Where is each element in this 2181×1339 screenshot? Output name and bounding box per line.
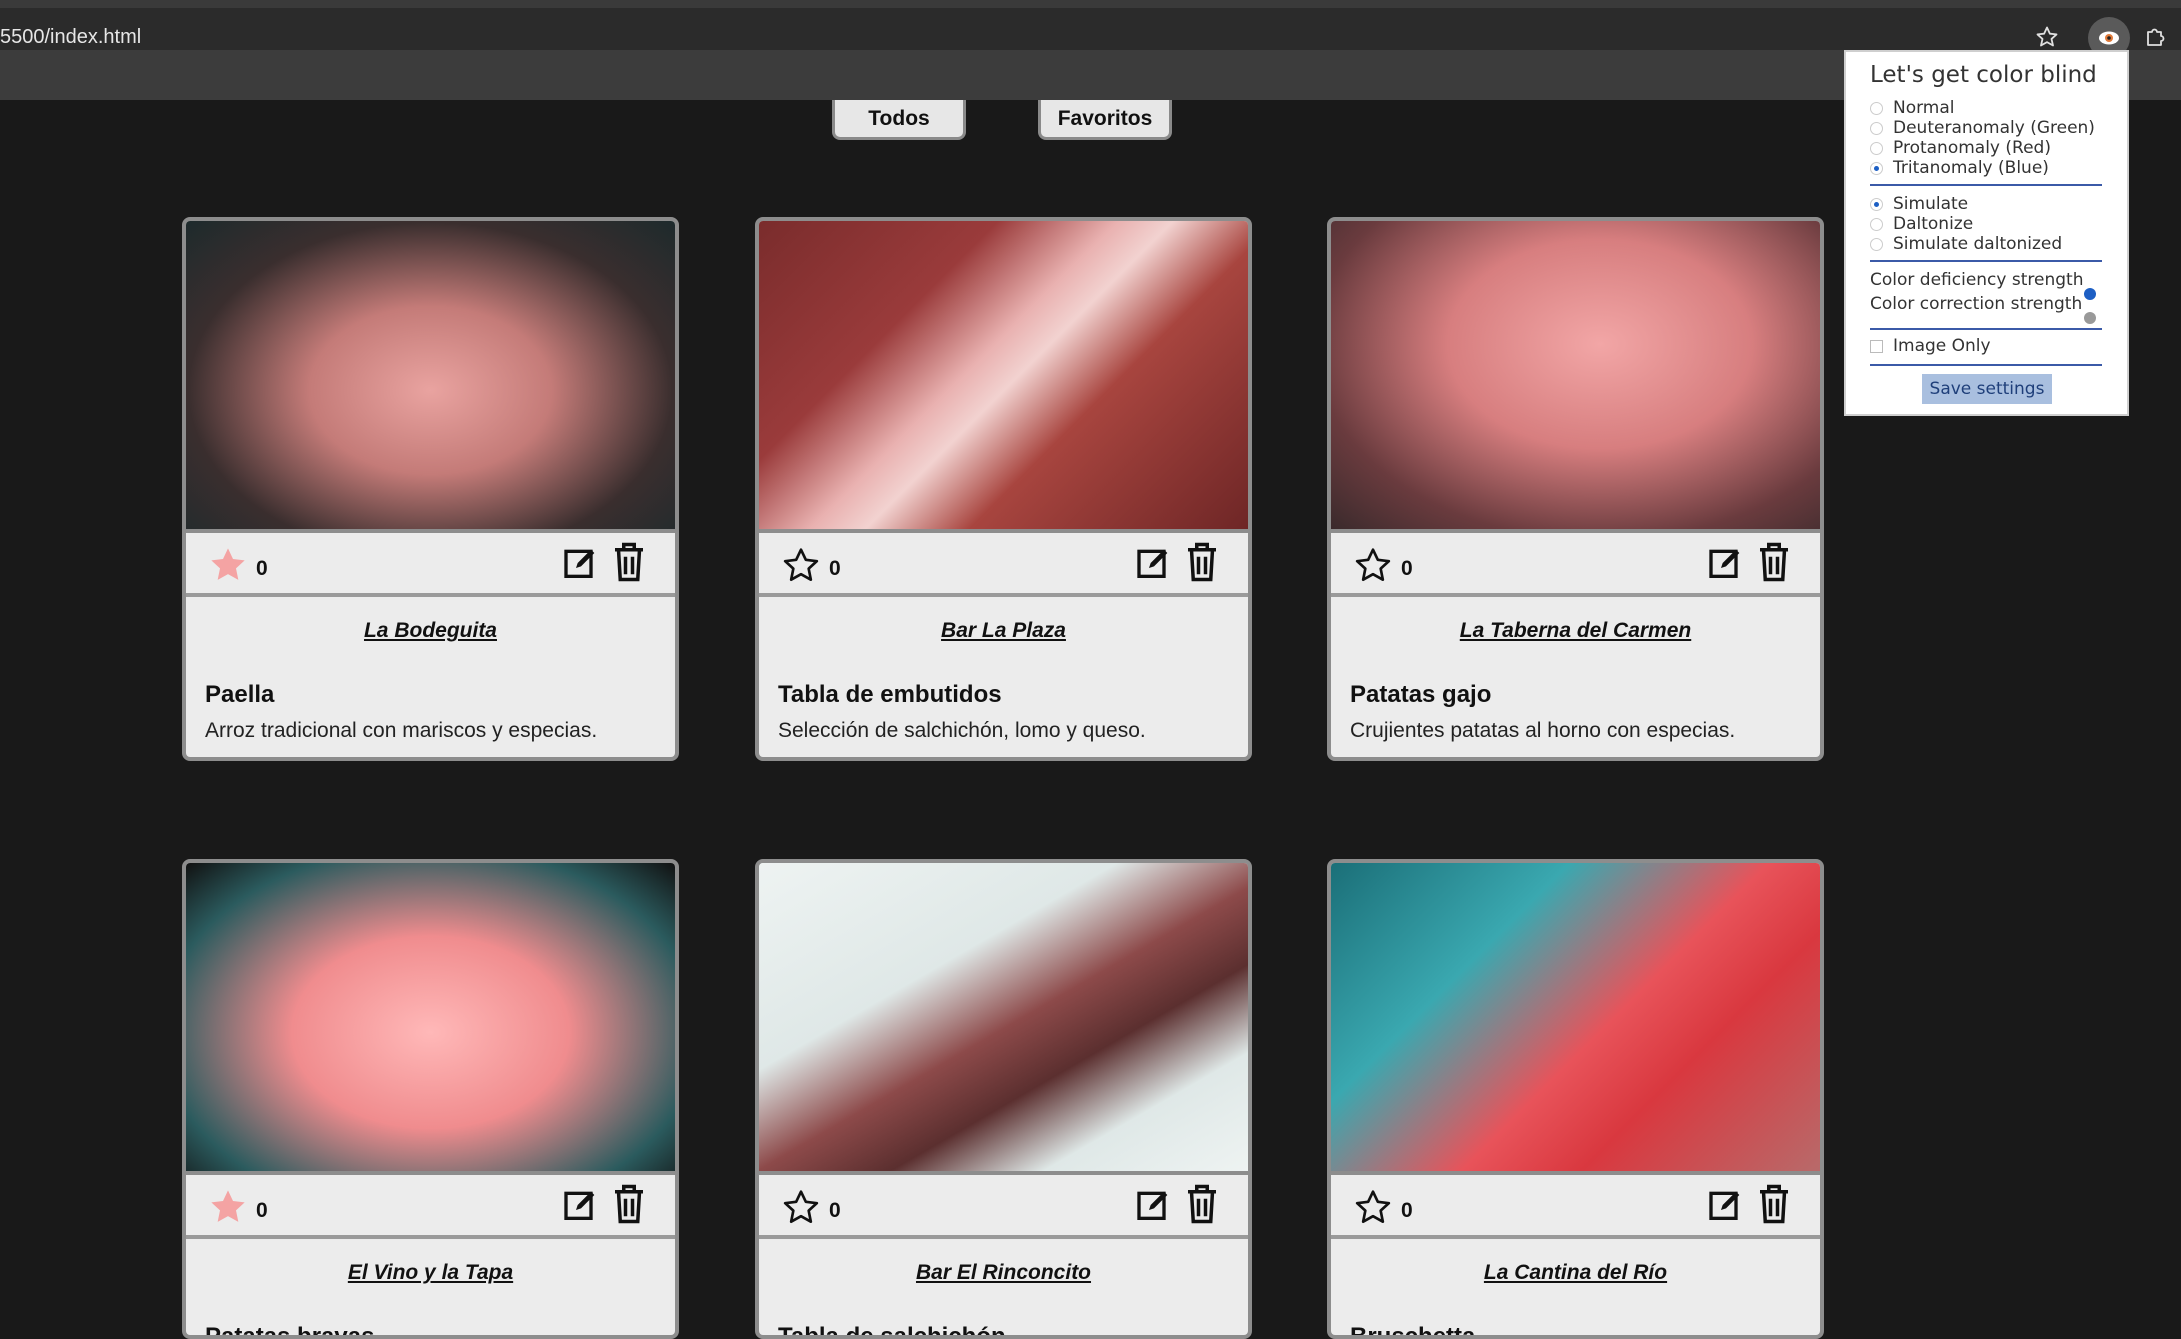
mode-normal-option[interactable]: Normal bbox=[1870, 98, 1955, 118]
option-label: Normal bbox=[1893, 98, 1955, 118]
action-daltonize-option[interactable]: Daltonize bbox=[1870, 214, 1973, 234]
colorblind-popup: Let's get color blind Normal Deuteranoma… bbox=[1844, 50, 2129, 416]
all-filter-button[interactable]: Todos bbox=[832, 100, 966, 140]
trash-icon[interactable] bbox=[1184, 1183, 1220, 1225]
dish-name: Patatas bravas bbox=[205, 1323, 375, 1339]
image-only-checkbox-row[interactable]: Image Only bbox=[1870, 336, 1991, 356]
dish-name: Bruschetta bbox=[1350, 1323, 1476, 1339]
favorite-star-filled-icon[interactable] bbox=[208, 1187, 248, 1227]
image-only-checkbox[interactable] bbox=[1870, 339, 1883, 353]
card-action-bar: 0 bbox=[759, 1175, 1248, 1239]
restaurant-link[interactable]: El Vino y la Tapa bbox=[186, 1261, 675, 1285]
dish-card: 0 La Taberna del Carmen Patatas gajo Crujie… bbox=[1327, 217, 1824, 761]
dish-card: 0 La Cantina del Río Bruschetta bbox=[1327, 859, 1824, 1339]
divider bbox=[1870, 184, 2102, 186]
patatas-bravas-photo bbox=[186, 863, 675, 1175]
likes-count: 0 bbox=[1401, 557, 1413, 580]
mode-tritanomaly-option[interactable]: Tritanomaly (Blue) bbox=[1870, 158, 2049, 178]
divider bbox=[1870, 260, 2102, 262]
radio-button[interactable] bbox=[1870, 141, 1883, 155]
radio-button-selected[interactable] bbox=[1870, 161, 1883, 175]
dish-description: Arroz tradicional con mariscos y especia… bbox=[205, 719, 598, 742]
address-bar[interactable]: 5500/index.html bbox=[0, 8, 2181, 59]
radio-button[interactable] bbox=[1870, 217, 1883, 231]
trash-icon[interactable] bbox=[611, 541, 647, 583]
favorite-star-outline-icon[interactable] bbox=[1353, 1187, 1393, 1227]
option-label: Image Only bbox=[1893, 336, 1991, 356]
radio-button[interactable] bbox=[1870, 121, 1883, 135]
restaurant-link[interactable]: La Cantina del Río bbox=[1331, 1261, 1820, 1285]
likes-count: 0 bbox=[256, 557, 268, 580]
likes-count: 0 bbox=[256, 1199, 268, 1222]
trash-icon[interactable] bbox=[1184, 541, 1220, 583]
card-action-bar: 0 bbox=[186, 1175, 675, 1239]
dish-card: 0 La Bodeguita Paella Arroz tradicional con… bbox=[182, 217, 679, 761]
deficiency-strength-label: Color deficiency strength bbox=[1870, 270, 2084, 290]
card-action-bar: 0 bbox=[759, 533, 1248, 597]
radio-button[interactable] bbox=[1870, 237, 1883, 251]
mode-deuteranomaly-option[interactable]: Deuteranomaly (Green) bbox=[1870, 118, 2095, 138]
favorite-star-outline-icon[interactable] bbox=[781, 1187, 821, 1227]
correction-strength-label: Color correction strength bbox=[1870, 294, 2083, 314]
dish-card: 0 Bar La Plaza Tabla de embutidos Selección… bbox=[755, 217, 1252, 761]
radio-button[interactable] bbox=[1870, 101, 1883, 115]
option-label: Daltonize bbox=[1893, 214, 1974, 234]
dish-card: 0 El Vino y la Tapa Patatas bravas bbox=[182, 859, 679, 1339]
edit-icon[interactable] bbox=[561, 543, 601, 583]
correction-strength-slider[interactable] bbox=[1870, 312, 2102, 324]
favorite-star-filled-icon[interactable] bbox=[208, 545, 248, 585]
edit-icon[interactable] bbox=[1134, 543, 1174, 583]
salami-board-photo bbox=[759, 863, 1248, 1175]
dish-name: Patatas gajo bbox=[1350, 681, 1492, 708]
mode-protanomaly-option[interactable]: Protanomaly (Red) bbox=[1870, 138, 2051, 158]
dish-description: Selección de salchichón, lomo y queso. bbox=[778, 719, 1146, 742]
edit-icon[interactable] bbox=[1706, 543, 1746, 583]
favorites-filter-button[interactable]: Favoritos bbox=[1038, 100, 1172, 140]
likes-count: 0 bbox=[1401, 1199, 1413, 1222]
charcuterie-board-photo bbox=[759, 221, 1248, 533]
restaurant-link[interactable]: La Taberna del Carmen bbox=[1331, 619, 1820, 643]
restaurant-link[interactable]: Bar El Rinconcito bbox=[759, 1261, 1248, 1285]
browser-tab-strip bbox=[0, 0, 2181, 8]
restaurant-link[interactable]: Bar La Plaza bbox=[759, 619, 1248, 643]
action-simulate-daltonized-option[interactable]: Simulate daltonized bbox=[1870, 234, 2062, 254]
card-action-bar: 0 bbox=[1331, 533, 1820, 597]
favorite-star-outline-icon[interactable] bbox=[1353, 545, 1393, 585]
likes-count: 0 bbox=[829, 1199, 841, 1222]
dish-name: Tabla de salchichón bbox=[778, 1323, 1006, 1339]
divider bbox=[1870, 364, 2102, 366]
option-label: Deuteranomaly (Green) bbox=[1893, 118, 2095, 138]
divider bbox=[1870, 328, 2102, 330]
bookmark-star-icon[interactable] bbox=[2030, 20, 2064, 54]
potato-wedges-photo bbox=[1331, 221, 1820, 533]
restaurant-link[interactable]: La Bodeguita bbox=[186, 619, 675, 643]
dish-description: Crujientes patatas al horno con especias… bbox=[1350, 719, 1736, 742]
bruschetta-photo bbox=[1331, 863, 1820, 1175]
slider-handle[interactable] bbox=[2084, 312, 2097, 324]
likes-count: 0 bbox=[829, 557, 841, 580]
dish-card: 0 Bar El Rinconcito Tabla de salchichón bbox=[755, 859, 1252, 1339]
card-action-bar: 0 bbox=[1331, 1175, 1820, 1239]
option-label: Tritanomaly (Blue) bbox=[1893, 158, 2049, 178]
extensions-puzzle-icon[interactable] bbox=[2138, 20, 2172, 54]
card-action-bar: 0 bbox=[186, 533, 675, 597]
radio-button-selected[interactable] bbox=[1870, 197, 1883, 211]
option-label: Protanomaly (Red) bbox=[1893, 138, 2051, 158]
dish-name: Paella bbox=[205, 681, 275, 708]
slider-handle[interactable] bbox=[2084, 288, 2097, 300]
trash-icon[interactable] bbox=[1756, 541, 1792, 583]
edit-icon[interactable] bbox=[561, 1185, 601, 1225]
option-label: Simulate bbox=[1893, 194, 1969, 214]
save-settings-button[interactable]: Save settings bbox=[1922, 374, 2052, 404]
option-label: Simulate daltonized bbox=[1893, 234, 2063, 254]
action-simulate-option[interactable]: Simulate bbox=[1870, 194, 1968, 214]
trash-icon[interactable] bbox=[611, 1183, 647, 1225]
favorite-star-outline-icon[interactable] bbox=[781, 545, 821, 585]
paella-photo bbox=[186, 221, 675, 533]
edit-icon[interactable] bbox=[1134, 1185, 1174, 1225]
edit-icon[interactable] bbox=[1706, 1185, 1746, 1225]
popup-title: Let's get color blind bbox=[1870, 62, 2097, 88]
dish-name: Tabla de embutidos bbox=[778, 681, 1002, 708]
trash-icon[interactable] bbox=[1756, 1183, 1792, 1225]
